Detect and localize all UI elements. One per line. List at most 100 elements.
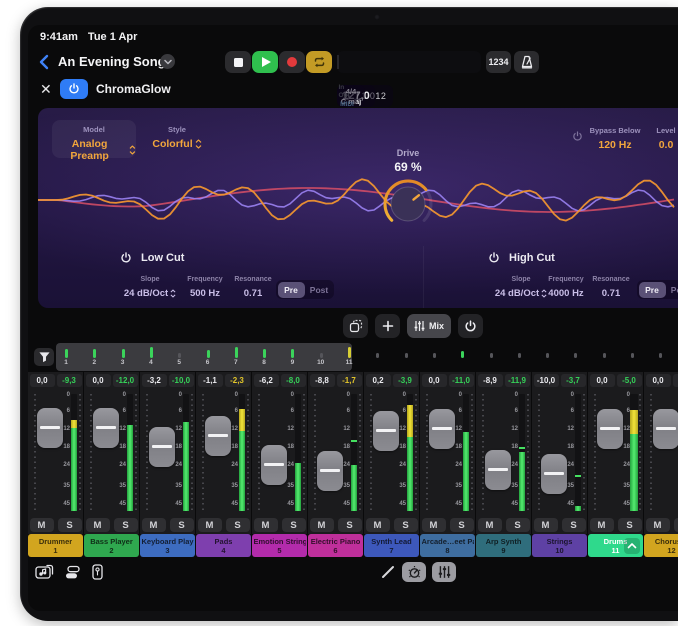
solo-button[interactable]: S — [338, 518, 362, 532]
overview-track-x19[interactable] — [596, 341, 612, 371]
instrument-button[interactable] — [91, 564, 104, 580]
level-control[interactable]: Level 0.0 — [638, 126, 678, 153]
faders-view-button[interactable] — [432, 562, 456, 582]
overview-track-7[interactable]: 7 — [228, 341, 244, 371]
fader-thumb[interactable] — [149, 427, 175, 467]
fader-thumb[interactable] — [485, 450, 511, 490]
low-cut-slope[interactable]: Slope 24 dB/Oct — [122, 276, 178, 301]
mute-button[interactable]: M — [478, 518, 502, 532]
mixer-power-button[interactable] — [458, 314, 483, 338]
record-button[interactable] — [279, 51, 305, 73]
song-menu-button[interactable] — [160, 54, 175, 69]
lcd-display[interactable]: 6 1 1 012 127,0 4/4 C maj In Out MIDI — [337, 51, 481, 73]
cycle-button[interactable] — [306, 51, 332, 73]
channel-label-2[interactable]: Bass Player2 — [84, 534, 139, 557]
solo-button[interactable]: S — [562, 518, 586, 532]
fader-thumb[interactable] — [205, 416, 231, 456]
bypass-below-control[interactable]: Bypass Below 120 Hz — [586, 126, 644, 153]
duplicate-button[interactable] — [343, 314, 368, 338]
overview-track-x12[interactable] — [398, 341, 414, 371]
mute-button[interactable]: M — [422, 518, 446, 532]
overview-track-x14[interactable] — [454, 341, 470, 371]
mute-button[interactable]: M — [310, 518, 334, 532]
overview-track-x17[interactable] — [539, 341, 555, 371]
channel-label-9[interactable]: Arp Synth9 — [476, 534, 531, 557]
high-cut-resonance[interactable]: Resonance 0.71 — [583, 276, 639, 301]
channel-label-11[interactable]: Drums11 — [588, 534, 643, 557]
low-cut-power-icon[interactable] — [120, 252, 132, 264]
play-button[interactable] — [252, 51, 278, 73]
solo-button[interactable]: S — [394, 518, 418, 532]
solo-button[interactable]: S — [170, 518, 194, 532]
solo-button[interactable]: S — [506, 518, 530, 532]
solo-button[interactable]: S — [450, 518, 474, 532]
channel-label-4[interactable]: Pads4 — [196, 534, 251, 557]
plugins-button[interactable] — [64, 565, 81, 580]
solo-button[interactable]: S — [58, 518, 82, 532]
controls-view-button[interactable] — [402, 562, 426, 582]
channel-label-10[interactable]: Strings10 — [532, 534, 587, 557]
channel-label-5[interactable]: Emotion Strings5 — [252, 534, 307, 557]
fader-thumb[interactable] — [541, 454, 567, 494]
collapse-channel-button[interactable] — [624, 538, 640, 554]
low-cut-post-button[interactable]: Post — [306, 282, 333, 298]
low-cut-pre-button[interactable]: Pre — [278, 282, 305, 298]
overview-track-x16[interactable] — [511, 341, 527, 371]
overview-track-x18[interactable] — [567, 341, 583, 371]
fader-thumb[interactable] — [429, 409, 455, 449]
channel-label-12[interactable]: Chorus V12 — [644, 534, 678, 557]
overview-track-9[interactable]: 9 — [284, 341, 300, 371]
style-selector[interactable]: Style Colorful — [144, 125, 210, 152]
song-title[interactable]: An Evening Song — [58, 54, 166, 69]
channel-label-3[interactable]: Keyboard Player3 — [140, 534, 195, 557]
fader-thumb[interactable] — [317, 451, 343, 491]
solo-button[interactable]: S — [226, 518, 250, 532]
overview-track-2[interactable]: 2 — [86, 341, 102, 371]
fader-thumb[interactable] — [93, 408, 119, 448]
plugin-power-button[interactable] — [60, 79, 88, 99]
mute-button[interactable]: M — [646, 518, 670, 532]
model-selector[interactable]: Model Analog Preamp — [52, 120, 136, 158]
mute-button[interactable]: M — [198, 518, 222, 532]
overview-track-x15[interactable] — [483, 341, 499, 371]
add-track-button[interactable] — [375, 314, 400, 338]
count-in-button[interactable]: 1234 — [486, 51, 511, 73]
mute-button[interactable]: M — [254, 518, 278, 532]
overview-track-6[interactable]: 6 — [200, 341, 216, 371]
overview-track-3[interactable]: 3 — [115, 341, 131, 371]
solo-button[interactable]: S — [114, 518, 138, 532]
channel-label-8[interactable]: Arcade…eet Pad8 — [420, 534, 475, 557]
filter-button[interactable] — [34, 348, 54, 366]
mute-button[interactable]: M — [366, 518, 390, 532]
fader-thumb[interactable] — [373, 411, 399, 451]
fader-thumb[interactable] — [261, 445, 287, 485]
mute-button[interactable]: M — [142, 518, 166, 532]
fader-thumb[interactable] — [597, 409, 623, 449]
high-cut-power-icon[interactable] — [488, 252, 500, 264]
metronome-button[interactable] — [514, 51, 539, 73]
fader-thumb[interactable] — [37, 408, 63, 448]
channel-label-6[interactable]: Electric Piano6 — [308, 534, 363, 557]
pencil-edit-button[interactable] — [380, 564, 396, 580]
overview-track-x21[interactable] — [652, 341, 668, 371]
mute-button[interactable]: M — [534, 518, 558, 532]
mute-button[interactable]: M — [30, 518, 54, 532]
back-button[interactable] — [38, 52, 54, 72]
overview-track-1[interactable]: 1 — [58, 341, 74, 371]
low-cut-resonance[interactable]: Resonance 0.71 — [225, 276, 281, 301]
high-cut-pre-button[interactable]: Pre — [639, 282, 666, 298]
channel-label-7[interactable]: Synth Lead7 — [364, 534, 419, 557]
overview-track-8[interactable]: 8 — [256, 341, 272, 371]
overview-track-x13[interactable] — [426, 341, 442, 371]
overview-track-5[interactable]: 5 — [171, 341, 187, 371]
loop-browser-button[interactable] — [35, 564, 54, 580]
overview-track-11[interactable]: 11 — [341, 341, 357, 371]
high-cut-post-button[interactable]: Post — [667, 282, 678, 298]
mix-view-button[interactable]: Mix — [407, 314, 451, 338]
overview-track-x20[interactable] — [624, 341, 640, 371]
stop-button[interactable] — [225, 51, 251, 73]
fader-thumb[interactable] — [653, 409, 678, 449]
drive-knob[interactable] — [380, 174, 436, 232]
mute-button[interactable]: M — [86, 518, 110, 532]
overview-track-x11[interactable] — [369, 341, 385, 371]
